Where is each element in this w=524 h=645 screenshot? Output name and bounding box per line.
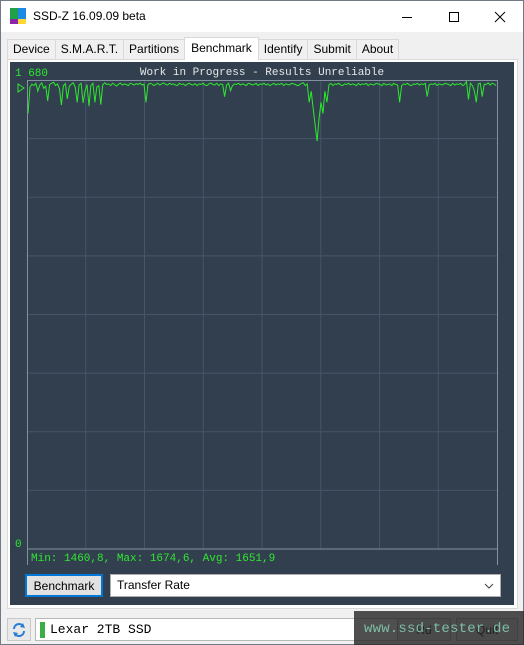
tab-identify[interactable]: Identify — [257, 39, 309, 60]
tab-smart[interactable]: S.M.A.R.T. — [54, 39, 125, 60]
tab-strip: Device S.M.A.R.T. Partitions Benchmark I… — [7, 37, 400, 60]
maximize-icon — [449, 11, 459, 22]
drive-status-indicator — [40, 622, 45, 638]
tab-benchmark[interactable]: Benchmark — [184, 37, 259, 60]
transfer-rate-chart: 1 680 0 Work in Progress - Results Unrel… — [15, 67, 498, 565]
y-min-label: 0 — [15, 539, 22, 551]
stats-readout: Min: 1460,8, Max: 1674,6, Avg: 1651,9 — [31, 553, 275, 565]
y-max-label: 1 680 — [15, 68, 48, 80]
tab-device[interactable]: Device — [7, 39, 56, 60]
minimize-icon — [402, 16, 412, 18]
refresh-button[interactable] — [7, 618, 31, 641]
chart-title: Work in Progress - Results Unreliable — [140, 67, 384, 79]
minimize-button[interactable] — [384, 1, 430, 32]
benchmark-mode-value: Transfer Rate — [117, 578, 190, 592]
maximize-button[interactable] — [431, 1, 477, 32]
close-icon — [494, 11, 506, 22]
tab-about[interactable]: About — [355, 39, 400, 60]
chart-grid — [27, 80, 497, 550]
position-marker-icon — [17, 83, 25, 93]
app-window: SSD-Z 16.09.09 beta Device S.M.A.R.T. Pa… — [0, 0, 524, 645]
benchmark-mode-select[interactable]: Transfer Rate — [110, 574, 501, 597]
benchmark-button[interactable]: Benchmark — [25, 574, 103, 597]
title-bar: SSD-Z 16.09.09 beta — [1, 1, 523, 32]
ssd-z-app-icon — [10, 8, 26, 24]
tab-partitions[interactable]: Partitions — [123, 39, 186, 60]
drive-name: Lexar 2TB SSD — [50, 622, 152, 637]
close-button[interactable] — [477, 1, 523, 32]
tab-submit[interactable]: Submit — [307, 39, 357, 60]
chevron-down-icon — [483, 575, 495, 603]
refresh-icon — [13, 622, 25, 637]
watermark-text: www.ssd-tester.de — [364, 621, 511, 637]
window-title: SSD-Z 16.09.09 beta — [33, 9, 146, 23]
